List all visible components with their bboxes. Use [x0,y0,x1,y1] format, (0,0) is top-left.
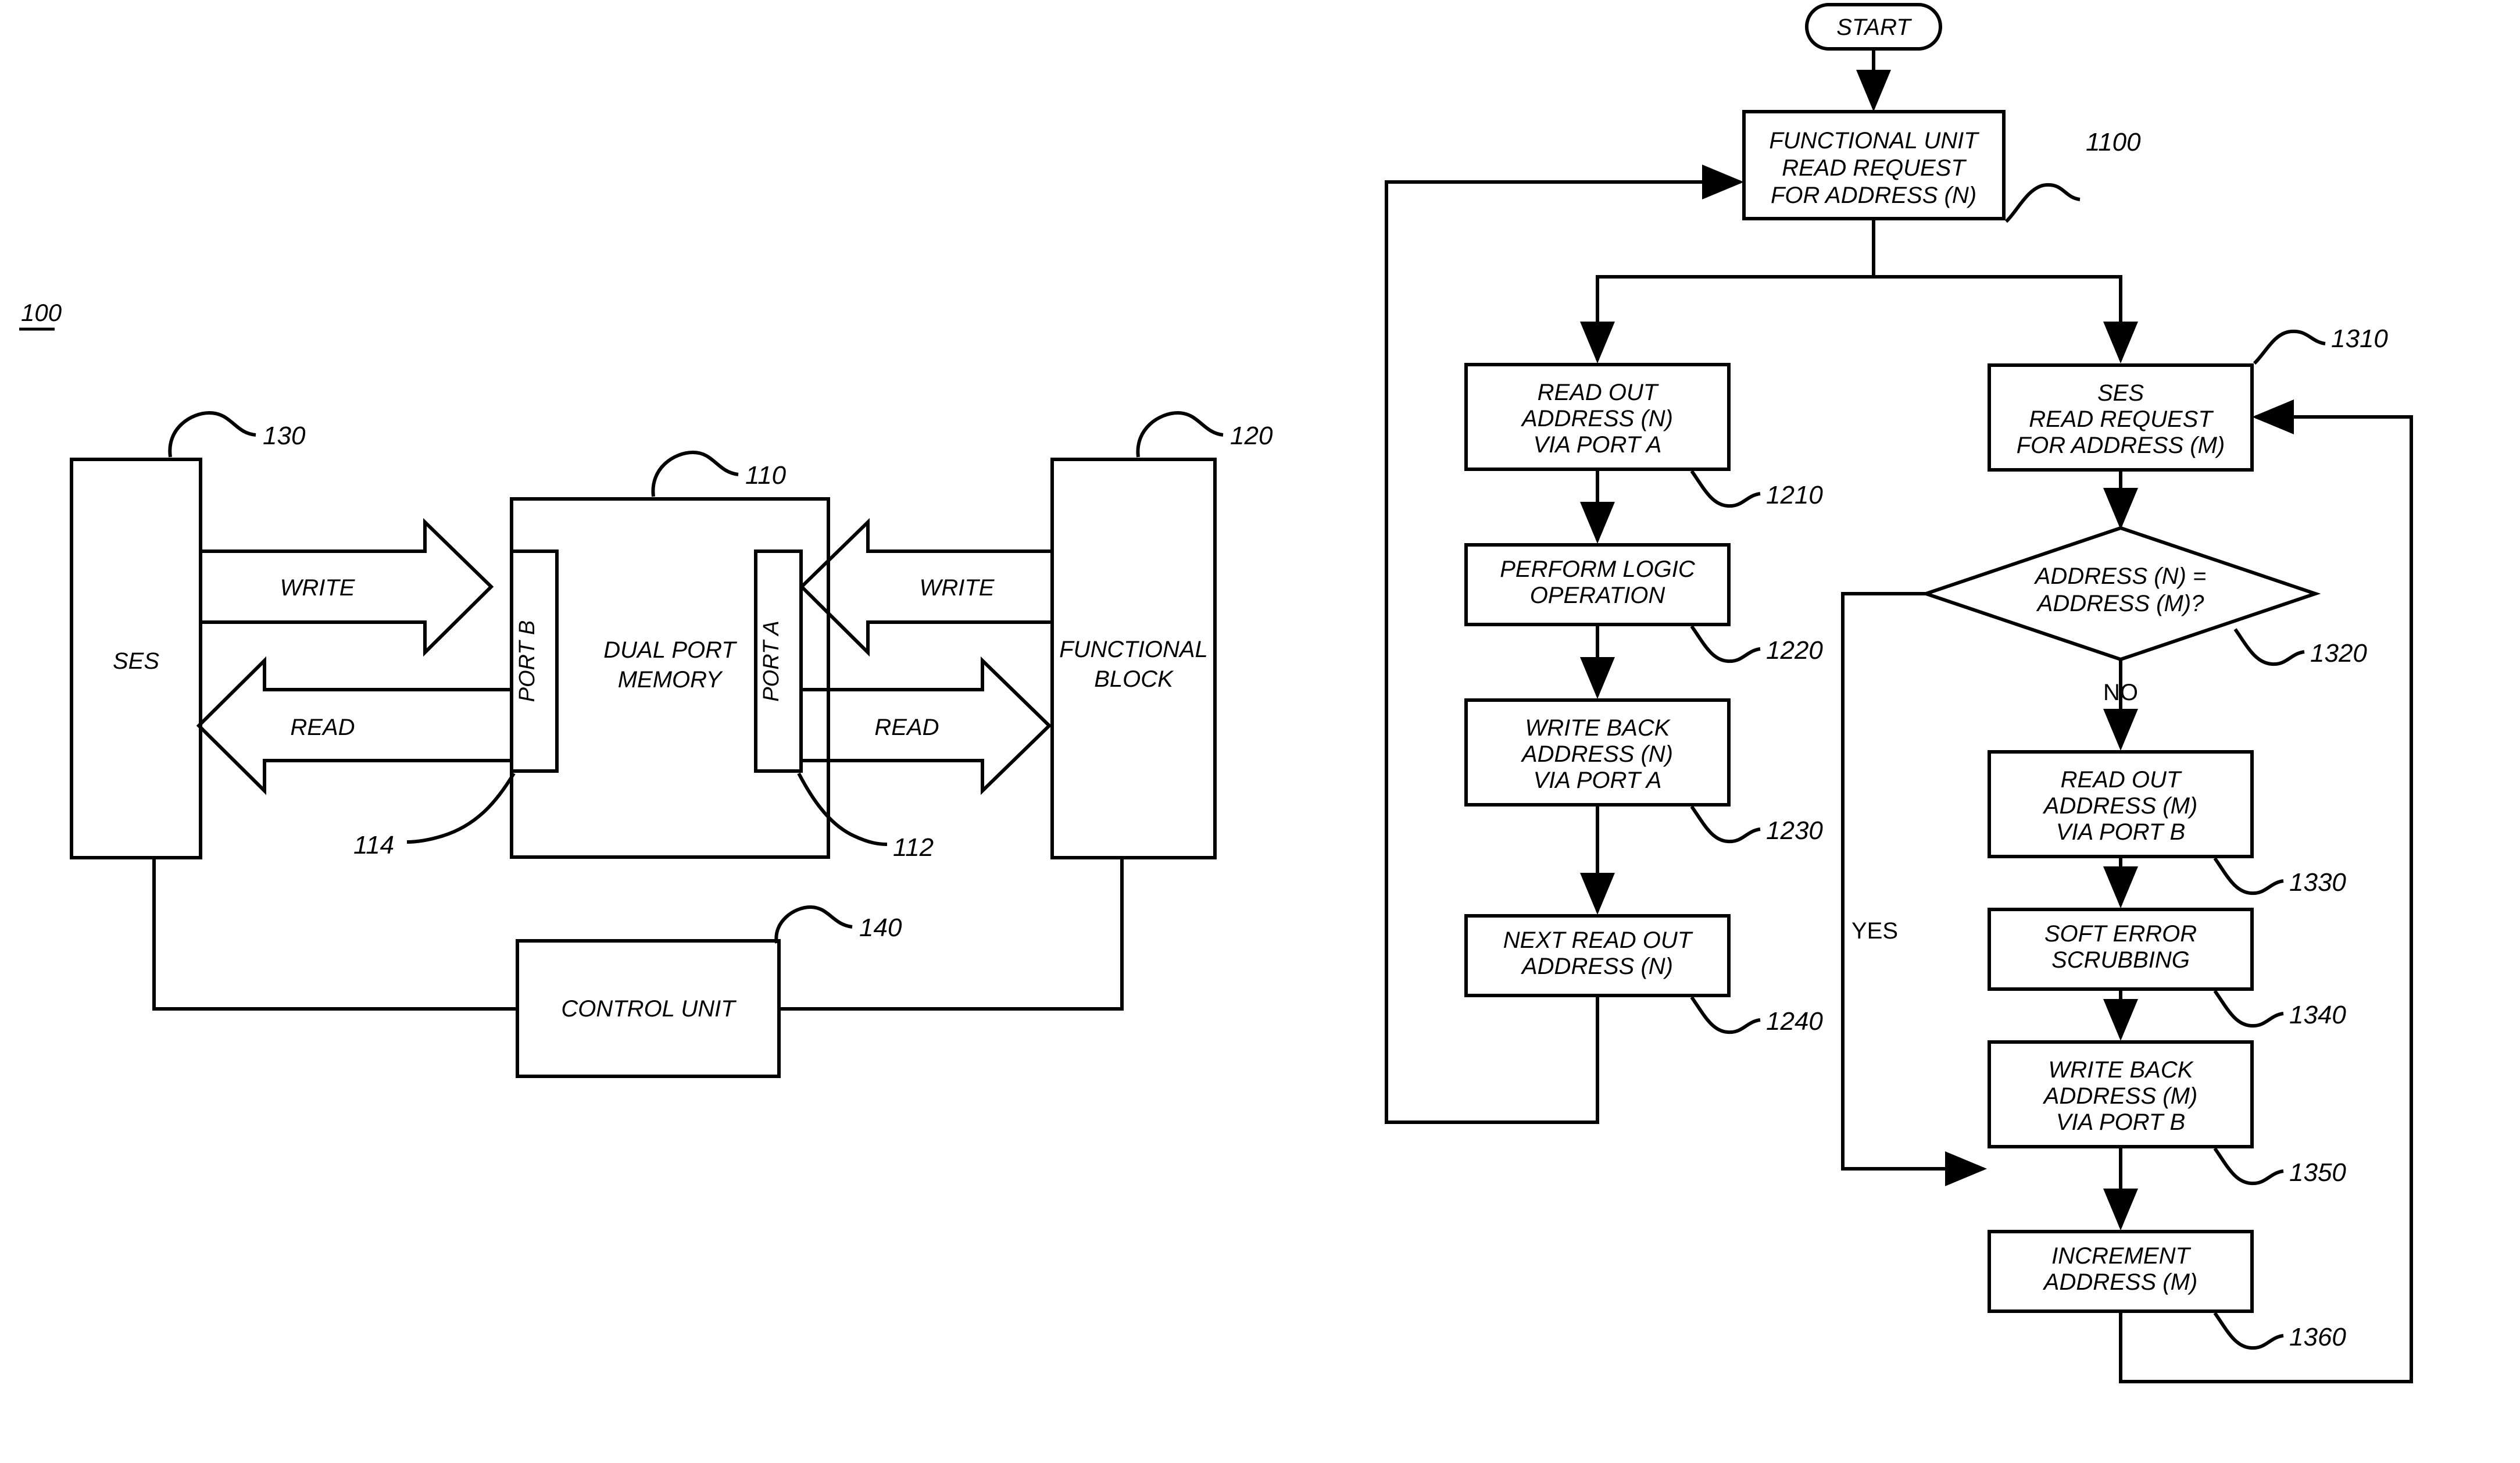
leader-1320 [2233,628,2305,666]
block-port-a-label: PORT A [759,620,784,701]
leader-114 [406,772,516,844]
ref-1310: 1310 [2331,324,2388,353]
step-1210-line-2: ADDRESS (N) [1521,406,1673,431]
ref-1330: 1330 [2289,868,2346,897]
ref-1360: 1360 [2289,1323,2346,1351]
functional-block-label-1: FUNCTIONAL [1059,637,1208,662]
leader-130 [168,411,256,458]
step-1360-line-2: ADDRESS (M) [2043,1269,2197,1295]
connector-1100-to-1210 [1580,219,1875,363]
dual-port-memory-label-1: DUAL PORT [603,637,737,663]
step-1340-line-2: SCRUBBING [2051,947,2190,973]
leader-1230 [1690,805,1761,844]
wire-ses-to-control-unit [152,858,517,1011]
step-1320-line-2: ADDRESS (M)? [2036,591,2204,616]
block-control-unit-label: CONTROL UNIT [561,996,737,1022]
leader-1210 [1690,470,1761,508]
leader-1310 [2253,329,2326,365]
ref-112: 112 [893,833,934,862]
terminator-start-label: START [1836,15,1912,40]
step-1220-line-2: OPERATION [1530,583,1665,608]
leader-1240 [1690,996,1761,1034]
ref-114: 114 [353,831,394,859]
ref-120: 120 [1230,422,1273,450]
step-1320-line-1: ADDRESS (N) = [2034,563,2207,589]
step-1210-line-1: READ OUT [1538,380,1659,405]
connector-1320-yes-to-1360 [1841,592,1987,1186]
leader-110 [651,450,739,497]
ref-1350: 1350 [2289,1158,2346,1187]
ref-1220: 1220 [1766,636,1823,665]
step-1360-line-1: INCREMENT [2051,1243,2191,1269]
step-1310-line-1: SES [2097,380,2144,406]
step-1330-line-1: READ OUT [2061,767,2182,793]
leader-1350 [2213,1147,2284,1186]
connector-1240-feedback-to-1100 [1385,165,1744,1124]
step-1220-line-1: PERFORM LOGIC [1500,556,1696,582]
figure-left: 100 SES 130 DUAL PORT MEMORY 110 PORT B … [19,299,1273,1078]
ref-130: 130 [263,422,306,450]
patent-figure-page: 100 SES 130 DUAL PORT MEMORY 110 PORT B … [0,0,2520,1463]
step-1310-line-2: READ REQUEST [2029,406,2214,432]
leader-120 [1136,411,1224,458]
arrow-ses-read [196,656,513,795]
leader-1330 [2213,857,2284,895]
ref-1100: 1100 [2086,128,2141,156]
dual-port-memory-label-2: MEMORY [618,667,724,693]
figure-right: START FUNCTIONAL UNIT READ REQUEST FOR A… [1385,3,2413,1383]
step-1330-line-3: VIA PORT B [2056,819,2185,845]
wire-control-unit-to-functional-block [779,858,1124,1011]
step-1330-line-2: ADDRESS (M) [2043,793,2197,819]
arrow-ses-write-label: WRITE [280,575,356,601]
step-1210-line-3: VIA PORT A [1534,432,1662,458]
ref-1240: 1240 [1766,1007,1823,1036]
arrow-fb-read-label: READ [874,715,939,740]
arrow-ses-read-label: READ [290,715,355,740]
arrow-fb-write-label: WRITE [920,575,995,601]
step-1310-line-3: FOR ADDRESS (M) [2017,433,2225,458]
branch-label-yes: YES [1851,918,1898,944]
step-1240-line-1: NEXT READ OUT [1503,927,1693,953]
ref-140: 140 [859,914,902,942]
step-1350-line-2: ADDRESS (M) [2043,1083,2197,1109]
step-1340-line-1: SOFT ERROR [2044,921,2197,947]
ref-110: 110 [745,461,787,490]
leader-1340 [2213,990,2284,1028]
step-1230-line-3: VIA PORT A [1534,768,1662,793]
ref-1230: 1230 [1766,816,1823,845]
leader-112 [797,772,888,846]
leader-140 [774,905,853,944]
step-1100-line-3: FOR ADDRESS (N) [1771,183,1976,208]
step-1230-line-2: ADDRESS (N) [1521,741,1673,767]
leader-1100 [2004,183,2081,223]
step-1240-line-2: ADDRESS (N) [1521,954,1673,979]
step-1230-line-1: WRITE BACK [1525,715,1671,741]
leader-1220 [1690,625,1761,663]
step-1100-line-1: FUNCTIONAL UNIT [1769,128,1979,154]
figure-ref-100: 100 [21,299,62,326]
step-1350-line-3: VIA PORT B [2056,1109,2185,1135]
ref-1320: 1320 [2310,639,2367,668]
ref-1340: 1340 [2289,1001,2346,1029]
step-1100-line-2: READ REQUEST [1782,155,1967,181]
functional-block-label-2: BLOCK [1094,666,1174,692]
block-port-b-label: PORT B [515,620,539,702]
leader-1360 [2213,1312,2284,1350]
step-1350-line-1: WRITE BACK [2049,1057,2194,1083]
block-ses-label: SES [113,648,159,674]
connector-1100-to-1310 [1874,275,2138,363]
connector-1360-feedback-to-1310 [2119,399,2413,1383]
ref-1210: 1210 [1766,481,1823,509]
